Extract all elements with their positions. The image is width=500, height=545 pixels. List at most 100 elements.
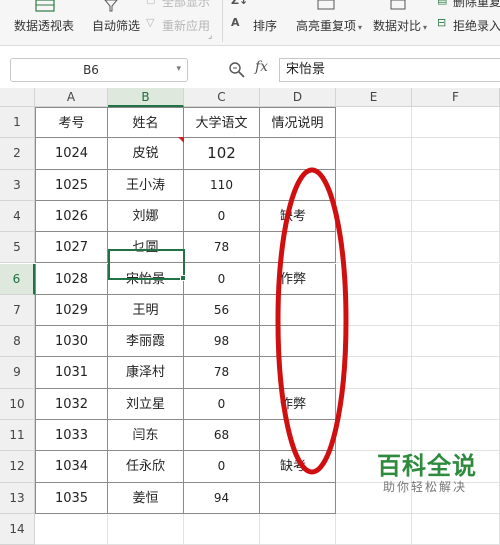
cell-c10[interactable]: 0	[184, 388, 260, 420]
cell-c6[interactable]: 0	[184, 263, 260, 295]
cell-d1[interactable]: 情况说明	[260, 107, 336, 139]
cell-c3[interactable]: 110	[184, 169, 260, 201]
column-header-f[interactable]: F	[412, 88, 500, 107]
row-header-4[interactable]: 4	[0, 200, 35, 233]
cell-e7[interactable]	[336, 294, 412, 327]
spreadsheet-grid[interactable]: A B C D E F 1 2 3 4 5 6 7 8 9 10 11 12 13 14 考号 姓名 大学语文 情况说明 102…	[0, 88, 500, 545]
filter-group-corner-icon[interactable]: ⌟	[208, 31, 212, 41]
cell-d3[interactable]	[260, 169, 336, 201]
cell-c1[interactable]: 大学语文	[184, 107, 260, 139]
cell-e14[interactable]	[336, 513, 412, 545]
row-header-8[interactable]: 8	[0, 326, 35, 358]
cell-b6[interactable]: 宋怡景	[108, 263, 184, 295]
cell-b10[interactable]: 刘立星	[108, 388, 184, 420]
formula-input[interactable]: 宋怡景	[279, 58, 500, 82]
cell-c11[interactable]: 68	[184, 420, 260, 452]
cell-b13[interactable]: 姜恒	[108, 482, 184, 514]
cell-b12[interactable]: 任永欣	[108, 451, 184, 483]
row-header-13[interactable]: 13	[0, 482, 35, 514]
column-header-c[interactable]: C	[184, 88, 260, 107]
row-header-12[interactable]: 12	[0, 451, 35, 483]
cell-f3[interactable]	[412, 169, 500, 201]
cell-f8[interactable]	[412, 326, 500, 358]
cell-b3[interactable]: 王小涛	[108, 169, 184, 201]
cell-f5[interactable]	[412, 232, 500, 264]
cell-a12[interactable]: 1034	[35, 451, 108, 483]
cell-d14[interactable]	[260, 513, 336, 545]
cell-a5[interactable]: 1027	[35, 232, 108, 264]
cell-b11[interactable]: 闫东	[108, 420, 184, 452]
cell-e10[interactable]	[336, 388, 412, 420]
cell-b14[interactable]	[108, 513, 184, 545]
cell-a1[interactable]: 考号	[35, 107, 108, 139]
cell-f4[interactable]	[412, 200, 500, 233]
cell-e6[interactable]	[336, 263, 412, 295]
cell-a13[interactable]: 1035	[35, 482, 108, 514]
cell-d4[interactable]: 缺考	[260, 200, 336, 233]
cell-e2[interactable]	[336, 138, 412, 170]
cell-a9[interactable]: 1031	[35, 357, 108, 389]
cell-a8[interactable]: 1030	[35, 326, 108, 358]
cell-f14[interactable]	[412, 513, 500, 545]
cell-b4[interactable]: 刘娜	[108, 200, 184, 233]
cell-d6[interactable]: 作弊	[260, 263, 336, 295]
row-header-5[interactable]: 5	[0, 232, 35, 264]
row-header-11[interactable]: 11	[0, 420, 35, 452]
column-header-e[interactable]: E	[336, 88, 412, 107]
cell-e8[interactable]	[336, 326, 412, 358]
cell-f2[interactable]	[412, 138, 500, 170]
row-header-3[interactable]: 3	[0, 169, 35, 201]
cell-c14[interactable]	[184, 513, 260, 545]
cell-b7[interactable]: 王明	[108, 294, 184, 327]
cell-c5[interactable]: 78	[184, 232, 260, 264]
row-header-14[interactable]: 14	[0, 513, 35, 545]
cell-c7[interactable]: 56	[184, 294, 260, 327]
cell-f1[interactable]	[412, 107, 500, 139]
cell-f7[interactable]	[412, 294, 500, 327]
function-fx-icon[interactable]: fx	[255, 59, 268, 75]
cell-a7[interactable]: 1029	[35, 294, 108, 327]
cell-b1[interactable]: 姓名	[108, 107, 184, 139]
cell-c2[interactable]: 102	[184, 138, 260, 170]
cell-d10[interactable]: 作弊	[260, 388, 336, 420]
cell-e5[interactable]	[336, 232, 412, 264]
fill-handle[interactable]	[180, 275, 186, 281]
cell-e3[interactable]	[336, 169, 412, 201]
cell-d12[interactable]: 缺考	[260, 451, 336, 483]
row-header-7[interactable]: 7	[0, 294, 35, 327]
cell-f6[interactable]	[412, 263, 500, 295]
row-header-6[interactable]: 6	[0, 263, 35, 295]
cell-b9[interactable]: 康泽村	[108, 357, 184, 389]
cell-d7[interactable]	[260, 294, 336, 327]
name-box-dropdown-icon[interactable]: ▾	[176, 64, 181, 74]
select-all-corner[interactable]	[0, 88, 35, 107]
cell-c13[interactable]: 94	[184, 482, 260, 514]
cell-f10[interactable]	[412, 388, 500, 420]
cell-c8[interactable]: 98	[184, 326, 260, 358]
cell-a14[interactable]	[35, 513, 108, 545]
cell-d13[interactable]	[260, 482, 336, 514]
row-header-1[interactable]: 1	[0, 107, 35, 139]
cell-a6[interactable]: 1028	[35, 263, 108, 295]
cell-a11[interactable]: 1033	[35, 420, 108, 452]
cell-c9[interactable]: 78	[184, 357, 260, 389]
cell-d8[interactable]	[260, 326, 336, 358]
name-box[interactable]: B6 ▾	[10, 58, 188, 82]
cell-e9[interactable]	[336, 357, 412, 389]
row-header-9[interactable]: 9	[0, 357, 35, 389]
cell-c12[interactable]: 0	[184, 451, 260, 483]
cell-b8[interactable]: 李丽霞	[108, 326, 184, 358]
cell-d5[interactable]	[260, 232, 336, 264]
comment-marker-icon[interactable]	[178, 137, 184, 143]
cell-a3[interactable]: 1025	[35, 169, 108, 201]
cell-a10[interactable]: 1032	[35, 388, 108, 420]
cell-e1[interactable]	[336, 107, 412, 139]
cell-b2[interactable]: 皮锐	[108, 138, 184, 170]
cell-e4[interactable]	[336, 200, 412, 233]
cell-d9[interactable]	[260, 357, 336, 389]
cell-a4[interactable]: 1026	[35, 200, 108, 233]
cell-f9[interactable]	[412, 357, 500, 389]
cell-a2[interactable]: 1024	[35, 138, 108, 170]
cell-d11[interactable]	[260, 420, 336, 452]
column-header-d[interactable]: D	[260, 88, 336, 107]
